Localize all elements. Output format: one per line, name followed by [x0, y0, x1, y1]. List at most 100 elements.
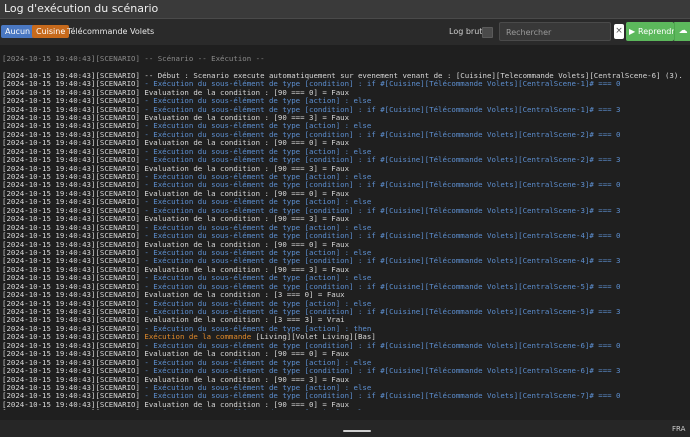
- log-line: [2024-10-15 19:40:43][SCENARIO] Evaluati…: [2, 165, 690, 173]
- log-prefix: [2024-10-15 19:40:43][SCENARIO]: [2, 341, 140, 350]
- log-line: [2024-10-15 19:40:43][SCENARIO] - Exécut…: [2, 300, 690, 308]
- log-line: [2024-10-15 19:40:43][SCENARIO] - Exécut…: [2, 224, 690, 232]
- log-message: Evaluation de la condition : [90 === 3] …: [139, 265, 350, 274]
- log-prefix: [2024-10-15 19:40:43][SCENARIO]: [2, 164, 140, 173]
- log-message: - Exécution du sous-élément de type [con…: [139, 232, 621, 241]
- log-line: [2024-10-15 19:40:43][SCENARIO] - Exécut…: [2, 207, 690, 215]
- log-output[interactable]: [2024-10-15 19:40:43][SCENARIO] -- Scéna…: [0, 38, 690, 410]
- log-line: [2024-10-15 19:40:43][SCENARIO] Evaluati…: [2, 139, 690, 147]
- log-prefix: [2024-10-15 19:40:43][SCENARIO]: [2, 223, 140, 232]
- log-line: [2024-10-15 19:40:43][SCENARIO] Evaluati…: [2, 350, 690, 358]
- log-prefix: [2024-10-15 19:40:43][SCENARIO]: [2, 257, 140, 266]
- log-prefix: [2024-10-15 19:40:43][SCENARIO]: [2, 350, 140, 359]
- log-line: [2024-10-15 19:40:43][SCENARIO] - Exécut…: [2, 232, 690, 240]
- log-message: -- Début : Scenario execute automatiquem…: [139, 71, 683, 80]
- log-prefix: [2024-10-15 19:40:43][SCENARIO]: [2, 240, 140, 249]
- log-line: [2024-10-15 19:40:43][SCENARIO] - Exécut…: [2, 359, 690, 367]
- object-name: Télécommande Volets: [67, 27, 155, 36]
- log-prefix: [2024-10-15 19:40:43][SCENARIO]: [2, 71, 140, 80]
- status-bar: FRA: [0, 420, 690, 437]
- log-line: [2024-10-15 19:40:43][SCENARIO] - Exécut…: [2, 283, 690, 291]
- home-handle[interactable]: [343, 430, 371, 432]
- log-message: Evaluation de la condition : [90 === 3] …: [139, 375, 350, 384]
- log-message: Evaluation de la condition : [90 === 0] …: [139, 400, 350, 409]
- log-line: [2024-10-15 19:40:43][SCENARIO] - Exécut…: [2, 148, 690, 156]
- log-message: - Exécution du sous-élément de type [con…: [139, 105, 621, 114]
- log-prefix: [2024-10-15 19:40:43][SCENARIO]: [2, 122, 140, 131]
- log-brut-label: Log brut: [449, 27, 483, 36]
- log-line: [2024-10-15 19:40:43][SCENARIO] Evaluati…: [2, 316, 690, 324]
- log-line: [2024-10-15 19:40:43][SCENARIO] Evaluati…: [2, 190, 690, 198]
- log-message: - Exécution du sous-élément de type [con…: [139, 130, 621, 139]
- log-line: [2024-10-15 19:40:43][SCENARIO] Evaluati…: [2, 114, 690, 122]
- log-prefix: [2024-10-15 19:40:43][SCENARIO]: [2, 375, 140, 384]
- log-message: Evaluation de la condition : [90 === 0] …: [139, 139, 350, 148]
- log-message: Evaluation de la condition : [3 === 0] =…: [139, 291, 345, 300]
- log-message: - Exécution du sous-élément de type [act…: [139, 324, 372, 333]
- log-line: [2024-10-15 19:40:43][SCENARIO] - Exécut…: [2, 80, 690, 88]
- log-prefix: [2024-10-15 19:40:43][SCENARIO]: [2, 324, 140, 333]
- log-message: - Exécution du sous-élément de type [con…: [139, 282, 621, 291]
- log-line: [2024-10-15 19:40:43][SCENARIO] - Exécut…: [2, 97, 690, 105]
- log-prefix: [2024-10-15 19:40:43][SCENARIO]: [2, 282, 140, 291]
- log-message: - Exécution du sous-élément de type [act…: [139, 358, 372, 367]
- cloud-icon: ☁: [678, 26, 688, 36]
- log-message: - Exécution du sous-élément de type [con…: [139, 392, 621, 401]
- log-line: [2024-10-15 19:40:43][SCENARIO] - Exécut…: [2, 181, 690, 189]
- log-prefix: [2024-10-15 19:40:43][SCENARIO]: [2, 299, 140, 308]
- log-line: [2024-10-15 19:40:43][SCENARIO] - Exécut…: [2, 257, 690, 265]
- log-prefix: [2024-10-15 19:40:43][SCENARIO]: [2, 97, 140, 106]
- log-line: [2024-10-15 19:40:43][SCENARIO] - Exécut…: [2, 249, 690, 257]
- log-message: Evaluation de la condition : [90 === 3] …: [139, 164, 350, 173]
- log-message: - Exécution du sous-élément de type [act…: [139, 198, 372, 207]
- log-message: - Exécution du sous-élément de type [con…: [139, 308, 621, 317]
- log-message: - Exécution du sous-élément de type [con…: [139, 341, 621, 350]
- tag-none[interactable]: Aucun: [1, 25, 35, 38]
- log-prefix: [2024-10-15 19:40:43][SCENARIO]: [2, 308, 140, 317]
- log-message: Exécution de la commande: [139, 333, 256, 342]
- resume-label: Reprendre: [638, 27, 674, 36]
- log-line: [2024-10-15 19:40:43][SCENARIO] - Exécut…: [2, 156, 690, 164]
- log-line: [2024-10-15 19:40:43][SCENARIO] - Exécut…: [2, 325, 690, 333]
- log-message: - Exécution du sous-élément de type [con…: [139, 367, 621, 376]
- log-message: - Exécution du sous-élément de type [con…: [139, 206, 621, 215]
- log-line: [2024-10-15 19:40:43][SCENARIO] - Exécut…: [2, 308, 690, 316]
- log-message: Evaluation de la condition : [90 === 0] …: [139, 189, 350, 198]
- tag-room[interactable]: Cuisine: [32, 25, 70, 38]
- log-message: - Exécution du sous-élément de type [con…: [139, 181, 621, 190]
- log-prefix: [2024-10-15 19:40:43][SCENARIO]: [2, 156, 140, 165]
- log-prefix: [2024-10-15 19:40:43][SCENARIO]: [2, 316, 140, 325]
- log-brut-checkbox[interactable]: [482, 27, 493, 38]
- log-line: [2024-10-15 19:40:43][SCENARIO] Evaluati…: [2, 241, 690, 249]
- log-prefix: [2024-10-15 19:40:43][SCENARIO]: [2, 130, 140, 139]
- log-message: Evaluation de la condition : [90 === 3] …: [139, 215, 350, 224]
- log-line: [2024-10-15 19:40:43][SCENARIO] - Exécut…: [2, 131, 690, 139]
- log-message: - Exécution du sous-élément de type [act…: [139, 223, 372, 232]
- log-message: - Exécution du sous-élément de type [act…: [140, 409, 371, 410]
- log-line: [2024-10-15 19:40:43][SCENARIO] Evaluati…: [2, 89, 690, 97]
- log-message: - Exécution du sous-élément de type [con…: [139, 257, 621, 266]
- language-indicator[interactable]: FRA: [672, 425, 685, 433]
- log-message: - Exécution du sous-élément de type [act…: [139, 248, 372, 257]
- log-prefix: [2024-10-15 19:40:43][SCENARIO]: [2, 265, 140, 274]
- log-line: [2024-10-15 19:40:43][SCENARIO] - Exécut…: [2, 106, 690, 114]
- clear-icon[interactable]: ×: [614, 24, 624, 39]
- log-prefix: [2024-10-15 19:40:43][SCENARIO]: [2, 333, 140, 342]
- log-message: Evaluation de la condition : [90 === 0] …: [139, 240, 350, 249]
- log-message: - Exécution du sous-élément de type [con…: [139, 156, 621, 165]
- log-message: - Exécution du sous-élément de type [con…: [139, 80, 621, 89]
- log-message: - Exécution du sous-élément de type [act…: [139, 274, 372, 283]
- log-first-line: [2024-10-15 19:40:43][SCENARIO] -- Scéna…: [2, 54, 265, 63]
- log-line: [2024-10-15 19:40:43][SCENARIO] - Exécut…: [2, 392, 690, 400]
- log-message: - Exécution du sous-élément de type [act…: [139, 299, 372, 308]
- log-line: [2024-10-15 19:40:43][SCENARIO] - Exécut…: [2, 367, 690, 375]
- log-message: - Exécution du sous-élément de type [act…: [139, 147, 372, 156]
- log-line: [2024-10-15 19:40:43][SCENARIO] Exécutio…: [2, 333, 690, 341]
- log-command: [Living][Volet Living][Bas]: [255, 333, 376, 342]
- window-title: Log d'exécution du scénario: [0, 0, 690, 19]
- log-message: - Exécution du sous-élément de type [act…: [139, 122, 372, 131]
- log-message: Evaluation de la condition : [90 === 3] …: [139, 113, 350, 122]
- log-message: Evaluation de la condition : [90 === 0] …: [139, 88, 350, 97]
- log-prefix: [2024-10-15 19:40:43][SCENARIO]: [2, 189, 140, 198]
- log-prefix: [2024-10-15 19:40:43][SCENARIO]: [2, 383, 140, 392]
